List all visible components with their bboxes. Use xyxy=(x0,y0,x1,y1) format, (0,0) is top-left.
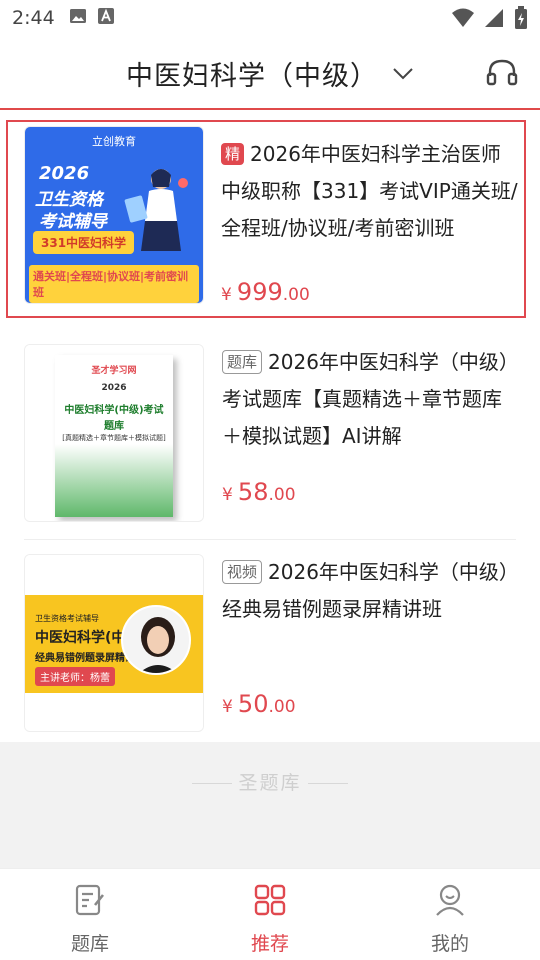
cover-blue: 立创教育 2026 卫生资格 考试辅导 331中医妇科学 通关班|全程班|协议班… xyxy=(25,127,203,303)
nav-item-question-bank[interactable]: 题库 xyxy=(0,869,180,960)
product-item-question-bank[interactable]: 圣才学习网 2026 中医妇科学(中级)考试 题库 [真题精选＋章节题库＋模拟试… xyxy=(0,330,540,540)
brand-divider-right xyxy=(307,783,348,784)
price-decimal: .00 xyxy=(268,697,296,717)
product-title[interactable]: 精 2026年中医妇科学主治医师中级职称【331】考试VIP通关班/全程班/协议班… xyxy=(221,136,518,247)
product-title[interactable]: 题库 2026年中医妇科学（中级）考试题库【真题精选＋章节题库＋模拟试题】AI讲解 xyxy=(222,344,518,455)
nav-label[interactable]: 题库 xyxy=(71,929,109,956)
price-integer: 58 xyxy=(237,478,269,506)
product-info: 题库 2026年中医妇科学（中级）考试题库【真题精选＋章节题库＋模拟试题】AI讲解 xyxy=(222,344,518,455)
nav-label[interactable]: 我的 xyxy=(431,929,469,956)
product-info: 精 2026年中医妇科学主治医师中级职称【331】考试VIP通关班/全程班/协议班… xyxy=(221,136,518,247)
image-notification-icon xyxy=(69,7,87,29)
product-list: 立创教育 2026 卫生资格 考试辅导 331中医妇科学 通关班|全程班|协议班… xyxy=(0,112,540,750)
brand-divider-left xyxy=(192,783,233,784)
book-desc: [真题精选＋章节题库＋模拟试题] xyxy=(62,434,166,442)
product-title[interactable]: 视频 2026年中医妇科学（中级）经典易错例题录屏精讲班 xyxy=(222,554,518,628)
yellow-banner: 卫生资格考试辅导 中医妇科学(中级) 经典易错例题录屏精讲班 主讲老师：杨蕾 xyxy=(25,595,203,693)
product-item-video-course[interactable]: 卫生资格考试辅导 中医妇科学(中级) 经典易错例题录屏精讲班 主讲老师：杨蕾 视… xyxy=(0,540,540,750)
cover-year: 2026 xyxy=(39,163,90,184)
product-cover-image[interactable]: 立创教育 2026 卫生资格 考试辅导 331中医妇科学 通关班|全程班|协议班… xyxy=(24,126,204,304)
student-illustration xyxy=(124,169,188,251)
book-illustration: 圣才学习网 2026 中医妇科学(中级)考试 题库 [真题精选＋章节题库＋模拟试… xyxy=(55,355,173,517)
product-price: ¥ 58.00 xyxy=(222,478,296,506)
cover-book: 圣才学习网 2026 中医妇科学(中级)考试 题库 [真题精选＋章节题库＋模拟试… xyxy=(25,345,203,521)
cover-badge: 331中医妇科学 xyxy=(33,231,135,254)
battery-icon xyxy=(514,6,528,34)
top-header: 中医妇科学（中级） xyxy=(0,36,540,110)
customer-service-icon[interactable] xyxy=(486,58,518,92)
page-title[interactable]: 中医妇科学（中级） xyxy=(126,54,378,93)
price-integer: 50 xyxy=(237,690,269,718)
cover-teacher: 主讲老师：杨蕾 xyxy=(35,667,115,686)
price-symbol: ¥ xyxy=(222,697,233,717)
grid-icon[interactable] xyxy=(253,883,287,921)
chevron-down-icon[interactable] xyxy=(392,66,414,85)
question-bank-icon[interactable] xyxy=(73,883,107,921)
cover-line2: 考试辅导 xyxy=(39,212,107,232)
product-title-text: 2026年中医妇科学主治医师中级职称【331】考试VIP通关班/全程班/协议班/… xyxy=(221,142,518,240)
user-icon[interactable] xyxy=(433,883,467,921)
font-notification-icon xyxy=(97,7,115,29)
book-brand: 圣才学习网 xyxy=(91,366,137,376)
product-item-vip-course[interactable]: 立创教育 2026 卫生资格 考试辅导 331中医妇科学 通关班|全程班|协议班… xyxy=(6,120,526,318)
product-info: 视频 2026年中医妇科学（中级）经典易错例题录屏精讲班 xyxy=(222,554,518,628)
price-decimal: .00 xyxy=(282,285,310,305)
product-cover-image[interactable]: 圣才学习网 2026 中医妇科学(中级)考试 题库 [真题精选＋章节题库＋模拟试… xyxy=(24,344,204,522)
product-title-text: 2026年中医妇科学（中级）经典易错例题录屏精讲班 xyxy=(222,560,509,621)
product-tag: 精 xyxy=(221,143,245,165)
product-price: ¥ 50.00 xyxy=(222,690,296,718)
signal-icon xyxy=(484,8,504,32)
cover-top: 卫生资格考试辅导 xyxy=(35,614,99,623)
teacher-photo xyxy=(121,605,191,675)
price-integer: 999 xyxy=(236,278,283,306)
book-name: 中医妇科学(中级)考试 xyxy=(64,405,164,416)
status-time: 2:44 xyxy=(12,7,55,29)
nav-item-recommend[interactable]: 推荐 xyxy=(180,869,360,960)
product-tag: 题库 xyxy=(222,350,263,374)
status-right xyxy=(452,6,528,34)
product-title-text: 2026年中医妇科学（中级）考试题库【真题精选＋章节题库＋模拟试题】AI讲解 xyxy=(222,350,509,448)
brand-name: 圣题库 xyxy=(238,772,302,794)
nav-item-mine[interactable]: 我的 xyxy=(360,869,540,960)
nav-label[interactable]: 推荐 xyxy=(251,929,289,956)
product-tag: 视频 xyxy=(222,560,263,584)
price-symbol: ¥ xyxy=(221,285,232,305)
cover-strip: 通关班|全程班|协议班|考前密训班 xyxy=(29,265,199,303)
cover-yellow: 卫生资格考试辅导 中医妇科学(中级) 经典易错例题录屏精讲班 主讲老师：杨蕾 xyxy=(25,555,203,731)
cover-logo: 立创教育 xyxy=(92,135,136,148)
brand-footer: 圣题库 xyxy=(0,742,540,868)
book-sub: 题库 xyxy=(104,421,124,432)
product-cover-image[interactable]: 卫生资格考试辅导 中医妇科学(中级) 经典易错例题录屏精讲班 主讲老师：杨蕾 xyxy=(24,554,204,732)
price-symbol: ¥ xyxy=(222,485,233,505)
wifi-icon xyxy=(452,8,474,32)
price-decimal: .00 xyxy=(268,485,296,505)
book-year: 2026 xyxy=(101,383,127,393)
product-price: ¥ 999.00 xyxy=(221,278,310,306)
brand-footer-line: 圣题库 xyxy=(0,768,540,795)
bottom-nav: 题库 推荐 我的 xyxy=(0,868,540,960)
subject-selector[interactable]: 中医妇科学（中级） xyxy=(0,54,540,93)
status-bar: 2:44 xyxy=(0,0,540,36)
